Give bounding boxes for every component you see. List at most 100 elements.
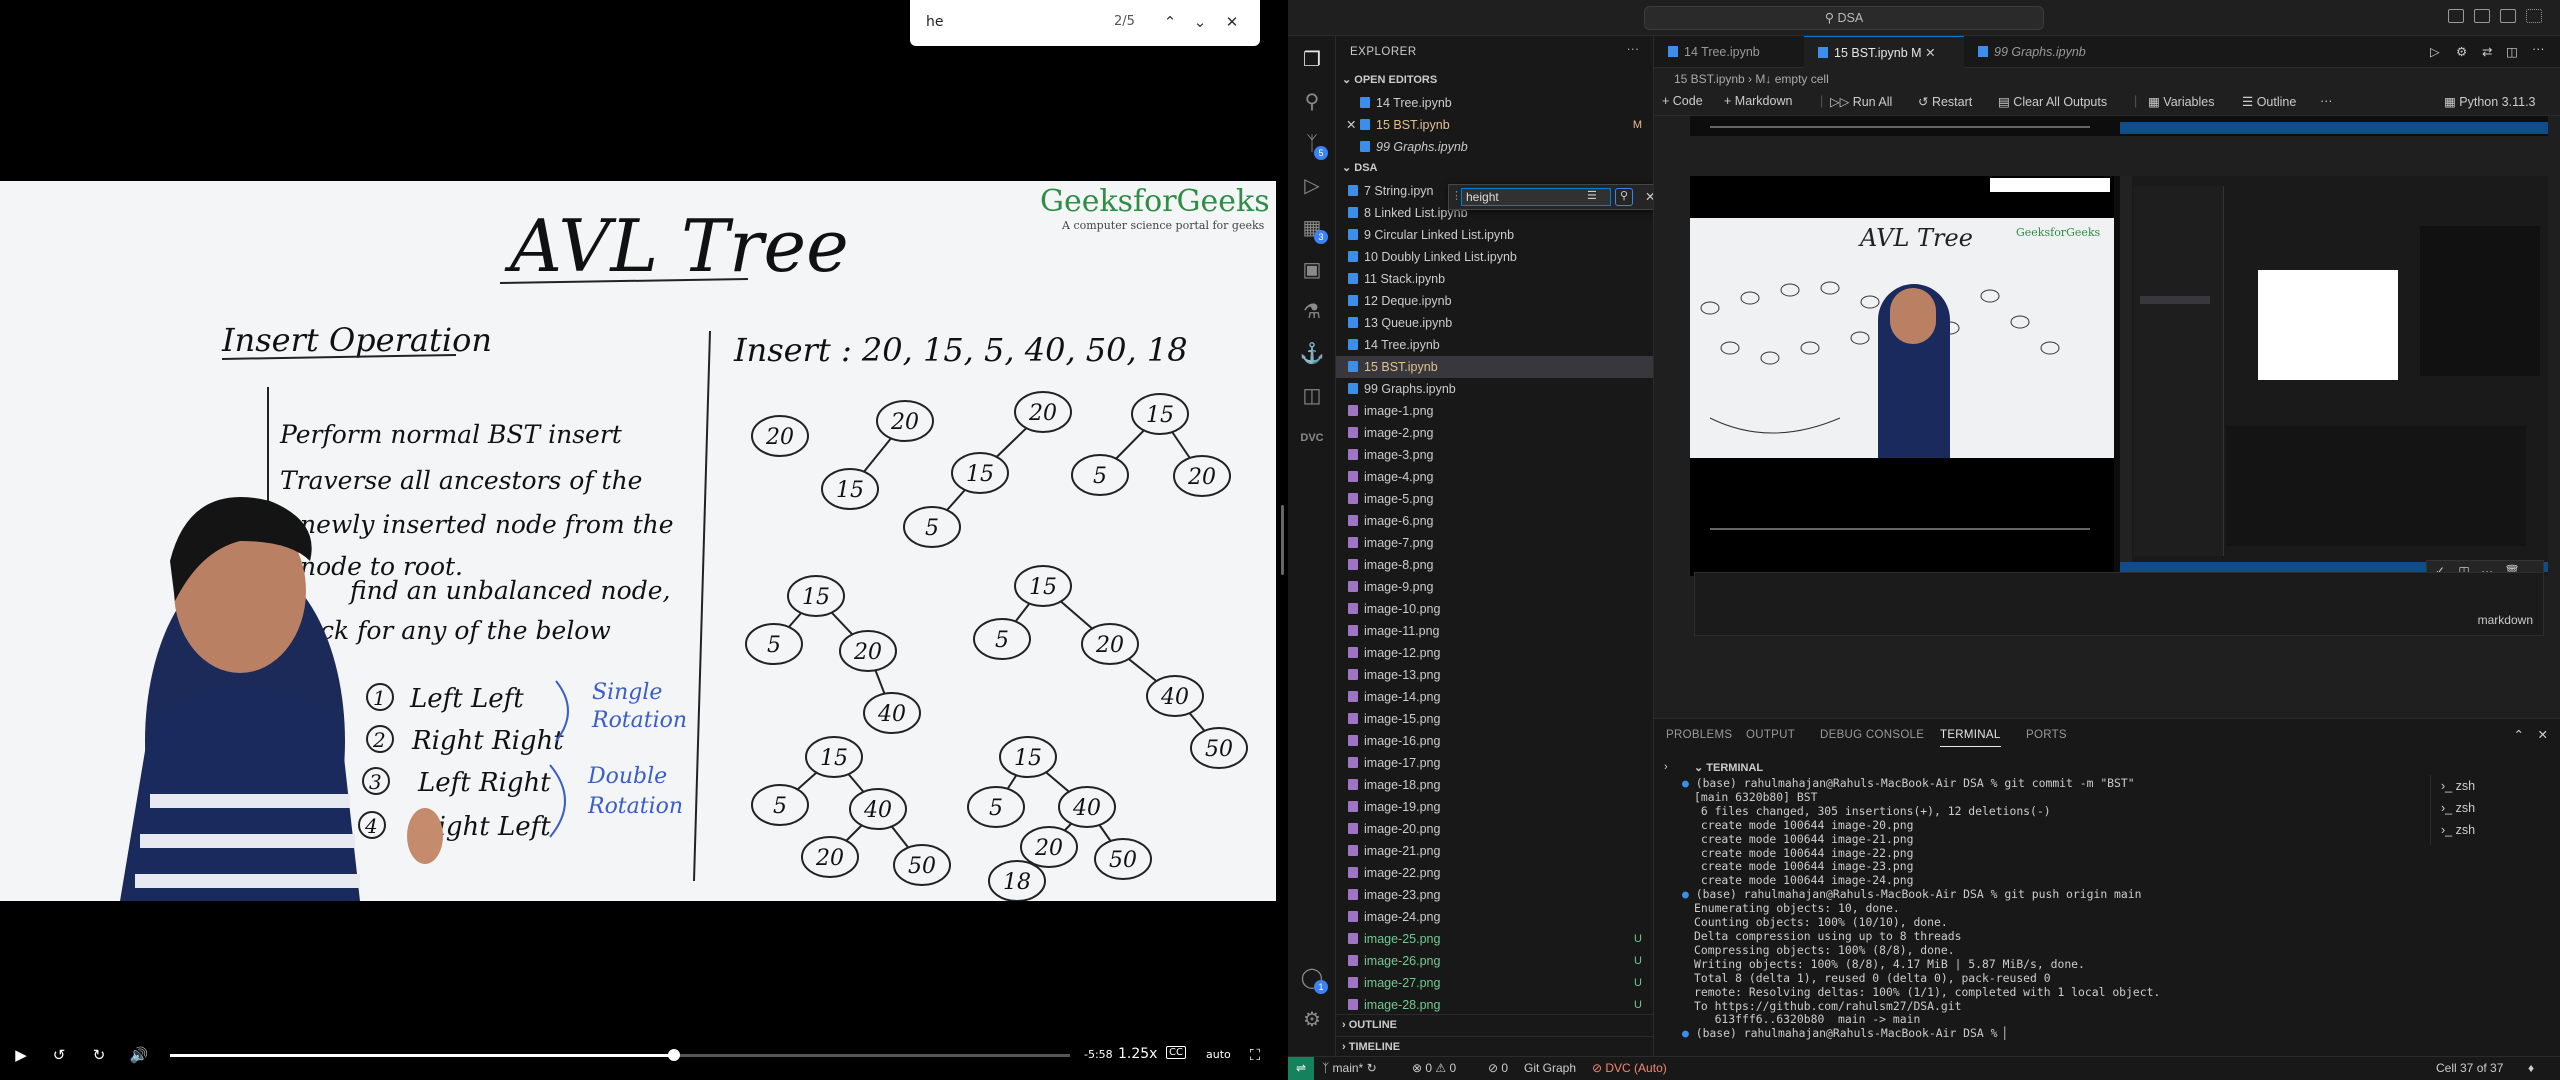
editor-more-icon[interactable]: ··· <box>2532 42 2545 56</box>
maximize-panel-icon[interactable]: ⌃ <box>2514 727 2524 742</box>
terminal-section-header[interactable]: ⌄ TERMINAL <box>1694 761 1763 774</box>
compare-icon[interactable]: ⇄ <box>2482 44 2492 59</box>
breadcrumb-file[interactable]: 15 BST.ipynb <box>1674 72 1745 86</box>
split-divider[interactable] <box>1276 0 1288 1080</box>
explorer-more-icon[interactable]: ··· <box>1627 42 1640 56</box>
extensions-icon[interactable]: ▦ 3 <box>1298 214 1328 244</box>
add-code-button[interactable]: + Code <box>1662 94 1703 108</box>
breadcrumb-cell[interactable]: M↓ empty cell <box>1755 72 1828 86</box>
file-item[interactable]: 11 Stack.ipynb <box>1336 268 1653 290</box>
variables-button[interactable]: ▦ Variables <box>2148 94 2214 109</box>
file-item[interactable]: 10 Doubly Linked List.ipynb <box>1336 246 1653 268</box>
video-player[interactable]: AVL Tree GeeksforGeeks A computer scienc… <box>0 0 1276 1080</box>
find-query[interactable]: he <box>926 14 944 30</box>
git-graph-button[interactable]: Git Graph <box>1524 1061 1576 1075</box>
toggle-sidebar-icon[interactable] <box>2448 9 2464 23</box>
file-item[interactable]: image-22.png <box>1336 862 1653 884</box>
find-next-icon[interactable]: ⌄ <box>1190 12 1210 32</box>
file-item[interactable]: 9 Circular Linked List.ipynb <box>1336 224 1653 246</box>
kernel-picker[interactable]: ▦ Python 3.11.3 <box>2444 94 2536 109</box>
ports-indicator[interactable]: ⊘ 0 <box>1488 1061 1508 1075</box>
tab-output[interactable]: OUTPUT <box>1746 729 1795 741</box>
branch-indicator[interactable]: ᛉ main* ↻ <box>1322 1061 1377 1075</box>
terminal-item-2[interactable]: ›_ zsh <box>2441 801 2475 815</box>
source-control-icon[interactable]: ᛉ5 <box>1298 130 1328 160</box>
remote-indicator-icon[interactable]: ⇌ <box>1288 1057 1314 1080</box>
file-item[interactable]: image-5.png <box>1336 488 1653 510</box>
seek-bar[interactable] <box>170 1049 1070 1061</box>
file-item[interactable]: image-6.png <box>1336 510 1653 532</box>
tab-close-icon[interactable]: ✕ <box>1925 46 1935 60</box>
split-editor-icon[interactable]: ◫ <box>2506 44 2518 59</box>
playback-speed[interactable]: 1.25x <box>1118 1046 1157 1062</box>
file-item[interactable]: image-3.png <box>1336 444 1653 466</box>
clear-outputs-button[interactable]: ▤ Clear All Outputs <box>1998 94 2107 109</box>
file-item[interactable]: image-28.png U <box>1336 994 1653 1016</box>
tab-ports[interactable]: PORTS <box>2026 729 2067 741</box>
run-notebook-icon[interactable]: ▷ <box>2430 44 2440 59</box>
file-item[interactable]: image-19.png <box>1336 796 1653 818</box>
tab-debug-console[interactable]: DEBUG CONSOLE <box>1820 729 1924 741</box>
docker-icon[interactable]: ⚓ <box>1298 340 1326 368</box>
settings-gear-icon[interactable]: ⚙ <box>1298 1006 1326 1034</box>
tab-15-bst[interactable]: 15 BST.ipynb M ✕ <box>1804 36 1964 68</box>
file-item[interactable]: image-14.png <box>1336 686 1653 708</box>
quality-selector[interactable]: auto <box>1206 1048 1231 1061</box>
tab-99-graphs[interactable]: 99 Graphs.ipynb <box>1964 36 2114 68</box>
fuzzy-match-icon[interactable]: ⚲ <box>1615 188 1633 206</box>
run-all-button[interactable]: ▷▷ Run All <box>1830 94 1892 109</box>
file-item[interactable]: 15 BST.ipynb <box>1336 356 1653 378</box>
file-item[interactable]: image-25.png U <box>1336 928 1653 950</box>
file-item[interactable]: image-20.png <box>1336 818 1653 840</box>
cell-language[interactable]: markdown <box>2478 613 2533 627</box>
file-item[interactable]: image-1.png <box>1336 400 1653 422</box>
markdown-cell[interactable]: markdown <box>1694 572 2544 636</box>
file-item[interactable]: image-10.png <box>1336 598 1653 620</box>
file-item[interactable]: image-21.png <box>1336 840 1653 862</box>
find-close-icon[interactable]: ✕ <box>1222 12 1242 32</box>
file-item[interactable]: image-12.png <box>1336 642 1653 664</box>
timeline-header[interactable]: › TIMELINE <box>1336 1036 1653 1056</box>
testing-icon[interactable]: ⚗ <box>1298 298 1326 326</box>
captions-button[interactable]: CC <box>1166 1046 1186 1059</box>
folder-header[interactable]: ⌄ DSA <box>1336 158 1653 178</box>
explorer-icon[interactable]: ❐ <box>1298 46 1326 74</box>
close-find-icon[interactable]: ✕ <box>1645 189 1653 204</box>
open-editor-item[interactable]: ✕ 15 BST.ipynb M <box>1336 114 1653 136</box>
file-item[interactable]: image-9.png <box>1336 576 1653 598</box>
account-icon[interactable]: ◯ 1 <box>1298 964 1328 994</box>
fullscreen-icon[interactable]: ⛶ <box>1244 1044 1266 1066</box>
file-item[interactable]: image-16.png <box>1336 730 1653 752</box>
outline-header[interactable]: › OUTLINE <box>1336 1014 1653 1034</box>
tab-problems[interactable]: PROBLEMS <box>1666 729 1732 741</box>
problems-indicator[interactable]: ⊗ 0 ⚠ 0 <box>1412 1061 1456 1075</box>
cell-indicator[interactable]: Cell 37 of 37 <box>2436 1061 2503 1075</box>
file-item[interactable]: 12 Deque.ipynb <box>1336 290 1653 312</box>
terminal-expand-icon[interactable]: › <box>1664 761 1668 773</box>
browser-find-bar[interactable]: he 2/5 ⌃ ⌄ ✕ <box>910 0 1260 46</box>
toggle-panel-icon[interactable] <box>2474 9 2490 23</box>
file-item[interactable]: image-24.png <box>1336 906 1653 928</box>
terminal-output[interactable]: ● (base) rahulmahajan@Rahuls-MacBook-Air… <box>1682 776 2414 1053</box>
add-markdown-button[interactable]: + Markdown <box>1724 94 1792 108</box>
tab-14-tree[interactable]: 14 Tree.ipynb <box>1654 36 1804 68</box>
file-item[interactable]: image-27.png U <box>1336 972 1653 994</box>
toolbar-more-button[interactable]: ··· <box>2320 94 2333 108</box>
dvc-icon[interactable]: DVC <box>1298 424 1326 452</box>
volume-icon[interactable]: 🔊 <box>128 1044 150 1066</box>
file-item[interactable]: image-17.png <box>1336 752 1653 774</box>
file-item[interactable]: image-4.png <box>1336 466 1653 488</box>
find-prev-icon[interactable]: ⌃ <box>1160 12 1180 32</box>
customize-layout-icon[interactable] <box>2526 9 2542 23</box>
open-editor-item[interactable]: 99 Graphs.ipynb <box>1336 136 1653 158</box>
file-item[interactable]: 13 Queue.ipynb <box>1336 312 1653 334</box>
file-item[interactable]: image-8.png <box>1336 554 1653 576</box>
close-editor-icon[interactable]: ✕ <box>1346 114 1356 136</box>
file-item[interactable]: image-7.png <box>1336 532 1653 554</box>
open-editors-header[interactable]: ⌄ OPEN EDITORS <box>1336 70 1653 90</box>
jupyter-icon[interactable]: ◫ <box>1298 382 1326 410</box>
restart-button[interactable]: ↺ Restart <box>1918 94 1972 109</box>
file-item[interactable]: image-15.png <box>1336 708 1653 730</box>
close-panel-icon[interactable]: ✕ <box>2538 727 2548 742</box>
forward-icon[interactable]: ↻ <box>88 1044 110 1066</box>
